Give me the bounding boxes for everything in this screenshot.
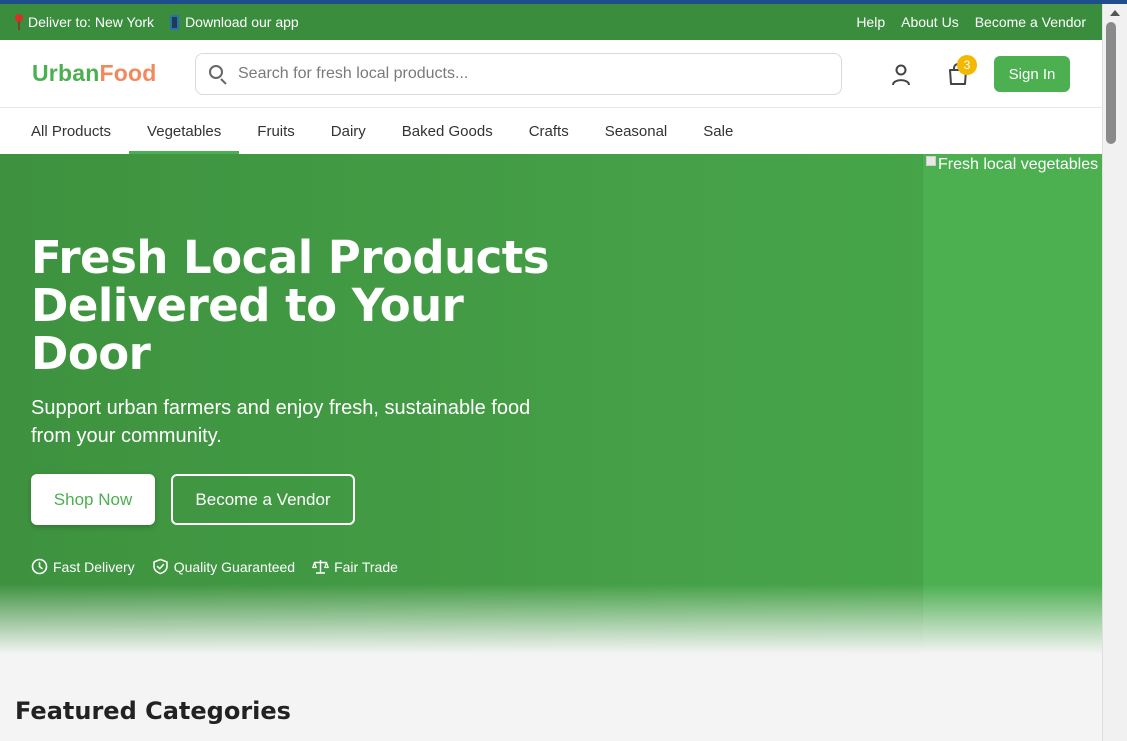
featured-categories-title: Featured Categories <box>15 697 291 725</box>
become-vendor-link[interactable]: Become a Vendor <box>975 14 1086 30</box>
tab-vegetables[interactable]: Vegetables <box>129 108 240 154</box>
hero-banner: Fresh local vegetables Fresh Local Produ… <box>0 154 1102 654</box>
deliver-location[interactable]: Deliver to: New York <box>14 14 154 30</box>
feature-label: Quality Guaranteed <box>173 558 296 575</box>
balance-scale-icon <box>312 560 329 574</box>
tab-crafts[interactable]: Crafts <box>511 108 587 154</box>
category-nav: All Products Vegetables Fruits Dairy Bak… <box>0 108 1102 154</box>
shield-check-icon <box>152 558 168 575</box>
hero-image: Fresh local vegetables <box>926 156 1098 174</box>
mobile-phone-icon <box>170 14 180 30</box>
hero-image-alt-text: Fresh local vegetables <box>938 156 1099 173</box>
window-top-border <box>0 0 1127 4</box>
tab-all-products[interactable]: All Products <box>13 108 129 154</box>
hero-title: Fresh Local Products Delivered to Your D… <box>31 231 550 380</box>
tab-fruits[interactable]: Fruits <box>239 108 313 154</box>
search-bar <box>195 53 842 95</box>
user-account-icon[interactable] <box>891 64 911 86</box>
page: Deliver to: New York Download our app He… <box>0 0 1102 741</box>
download-app-text: Download our app <box>185 14 299 30</box>
tab-seasonal[interactable]: Seasonal <box>587 108 686 154</box>
sign-in-button[interactable]: Sign In <box>994 56 1070 92</box>
deliver-location-text: Deliver to: New York <box>28 14 155 30</box>
scrollbar-thumb[interactable] <box>1106 22 1116 144</box>
about-us-link[interactable]: About Us <box>901 14 959 30</box>
tab-dairy[interactable]: Dairy <box>313 108 384 154</box>
search-icon <box>208 64 228 85</box>
cart-count-badge: 3 <box>957 55 977 75</box>
header: UrbanFood <box>0 40 1102 108</box>
hero-features: Fast Delivery Quality Guaranteed Fair Tr… <box>31 558 415 575</box>
broken-image-icon <box>926 156 936 166</box>
scroll-up-arrow-icon[interactable] <box>1110 10 1120 16</box>
search-input[interactable] <box>238 65 818 83</box>
logo-urban: Urban <box>32 60 100 86</box>
shop-now-button[interactable]: Shop Now <box>31 474 155 525</box>
page-scrollbar[interactable] <box>1102 4 1127 741</box>
top-bar-links: Help About Us Become a Vendor <box>840 14 1086 30</box>
download-app-link[interactable]: Download our app <box>170 14 299 30</box>
feature-fast-delivery: Fast Delivery <box>31 558 135 575</box>
logo[interactable]: UrbanFood <box>32 60 156 87</box>
top-bar: Deliver to: New York Download our app He… <box>0 4 1102 40</box>
hero-image-panel <box>922 154 1102 654</box>
feature-fair-trade: Fair Trade <box>312 558 398 575</box>
help-link[interactable]: Help <box>856 14 885 30</box>
hero-bottom-fade <box>0 584 1102 654</box>
hero-subtitle: Support urban farmers and enjoy fresh, s… <box>31 397 531 447</box>
feature-label: Fair Trade <box>334 558 398 575</box>
feature-quality-guaranteed: Quality Guaranteed <box>152 558 295 575</box>
top-bar-left: Deliver to: New York Download our app <box>14 14 315 30</box>
clock-icon <box>31 558 48 575</box>
become-vendor-button[interactable]: Become a Vendor <box>171 474 355 525</box>
tab-sale[interactable]: Sale <box>685 108 751 154</box>
logo-food: Food <box>99 60 157 86</box>
tab-baked-goods[interactable]: Baked Goods <box>384 108 511 154</box>
location-pin-icon <box>14 14 24 30</box>
feature-label: Fast Delivery <box>53 558 135 575</box>
